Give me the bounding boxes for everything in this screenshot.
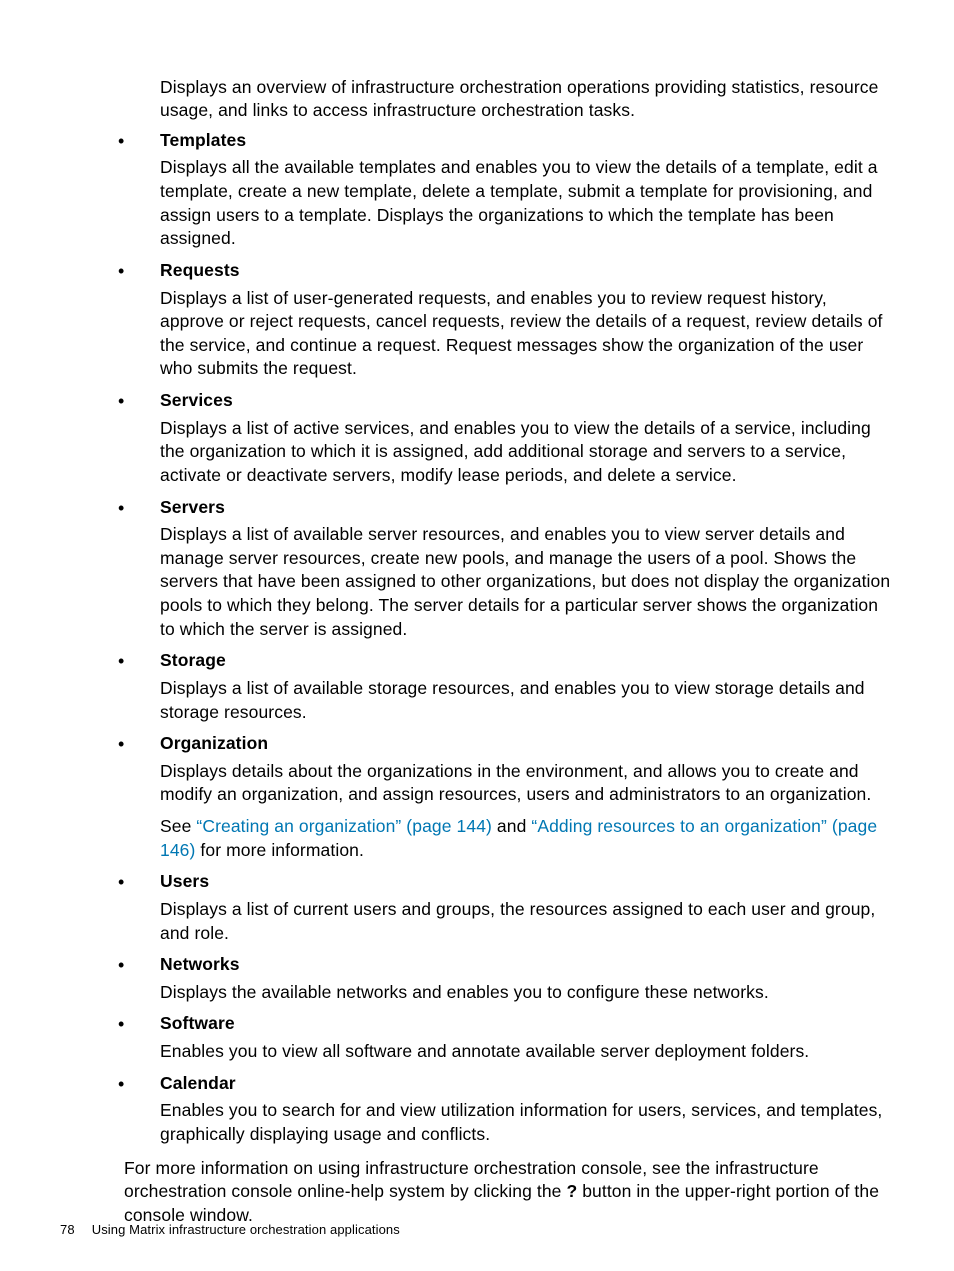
item-text: Enables you to search for and view utili…: [160, 1099, 894, 1146]
item-text: Displays a list of available server reso…: [160, 523, 894, 641]
item-title-requests: Requests: [160, 259, 894, 283]
help-button-reference: ?: [566, 1181, 577, 1201]
list-item: Storage Displays a list of available sto…: [92, 649, 894, 724]
item-body: Displays a list of current users and gro…: [160, 898, 894, 945]
page-number: 78: [60, 1221, 88, 1239]
item-body: Enables you to search for and view utili…: [160, 1099, 894, 1146]
item-body: Displays a list of active services, and …: [160, 417, 894, 488]
item-title-software: Software: [160, 1012, 894, 1036]
item-body: Displays all the available templates and…: [160, 156, 894, 251]
extra-pre: See: [160, 816, 196, 836]
closing-paragraph: For more information on using infrastruc…: [124, 1157, 894, 1228]
extra-post: for more information.: [195, 840, 364, 860]
list-item: Calendar Enables you to search for and v…: [92, 1072, 894, 1147]
list-item: Networks Displays the available networks…: [92, 953, 894, 1004]
page-footer: 78 Using Matrix infrastructure orchestra…: [60, 1221, 400, 1239]
item-text: Enables you to view all software and ann…: [160, 1040, 894, 1064]
intro-paragraph: Displays an overview of infrastructure o…: [160, 76, 894, 123]
list-item: Services Displays a list of active servi…: [92, 389, 894, 488]
chapter-title: Using Matrix infrastructure orchestratio…: [92, 1222, 400, 1237]
item-title-organization: Organization: [160, 732, 894, 756]
item-title-services: Services: [160, 389, 894, 413]
list-item: Requests Displays a list of user-generat…: [92, 259, 894, 381]
item-title-users: Users: [160, 870, 894, 894]
item-title-networks: Networks: [160, 953, 894, 977]
document-page: Displays an overview of infrastructure o…: [0, 0, 954, 1271]
list-item: Organization Displays details about the …: [92, 732, 894, 862]
item-text: Displays a list of current users and gro…: [160, 898, 894, 945]
link-creating-organization[interactable]: “Creating an organization” (page 144): [196, 816, 492, 836]
item-text: Displays a list of active services, and …: [160, 417, 894, 488]
item-body: Displays a list of available storage res…: [160, 677, 894, 724]
item-text: Displays a list of available storage res…: [160, 677, 894, 724]
item-text: Displays all the available templates and…: [160, 156, 894, 251]
item-body: Displays a list of available server reso…: [160, 523, 894, 641]
item-extra: See “Creating an organization” (page 144…: [160, 815, 894, 862]
item-text: Displays details about the organizations…: [160, 760, 894, 807]
list-item: Templates Displays all the available tem…: [92, 129, 894, 251]
item-body: Displays a list of user-generated reques…: [160, 287, 894, 382]
list-item: Software Enables you to view all softwar…: [92, 1012, 894, 1063]
item-text: Displays the available networks and enab…: [160, 981, 894, 1005]
list-item: Servers Displays a list of available ser…: [92, 496, 894, 642]
item-title-calendar: Calendar: [160, 1072, 894, 1096]
item-body: Displays the available networks and enab…: [160, 981, 894, 1005]
feature-list: Templates Displays all the available tem…: [60, 129, 894, 1147]
item-text: Displays a list of user-generated reques…: [160, 287, 894, 382]
item-title-templates: Templates: [160, 129, 894, 153]
extra-mid: and: [492, 816, 531, 836]
list-item: Users Displays a list of current users a…: [92, 870, 894, 945]
item-title-storage: Storage: [160, 649, 894, 673]
item-title-servers: Servers: [160, 496, 894, 520]
item-body: Enables you to view all software and ann…: [160, 1040, 894, 1064]
item-body: Displays details about the organizations…: [160, 760, 894, 863]
